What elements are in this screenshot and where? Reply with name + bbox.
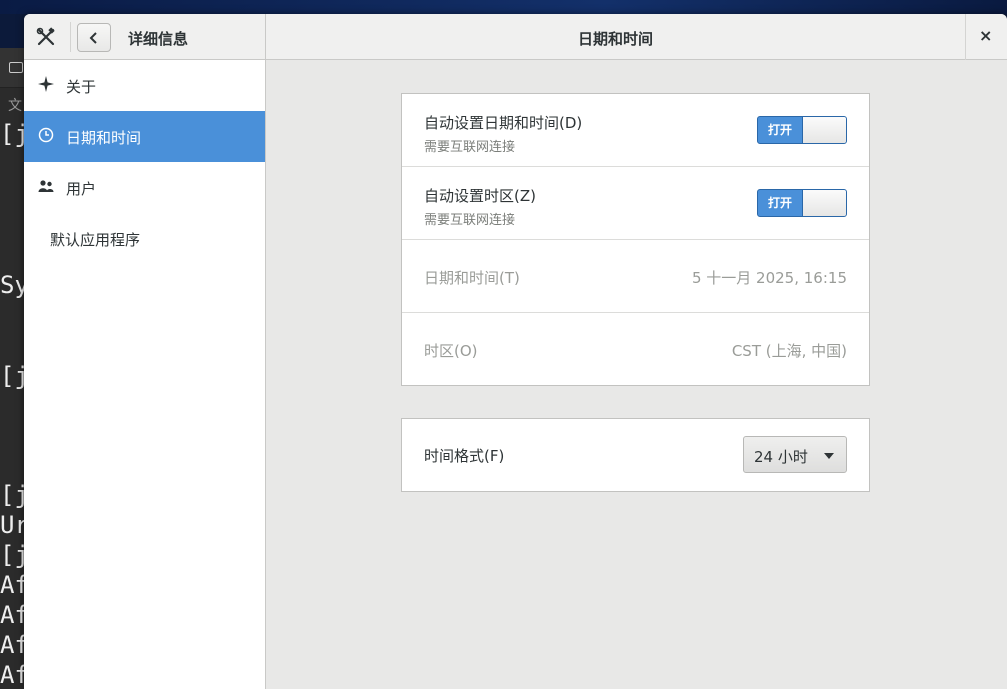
- switch-knob: [802, 117, 846, 143]
- users-icon: [38, 180, 54, 192]
- date-time-title: 日期和时间(T): [424, 269, 520, 287]
- time-format-title: 时间格式(F): [424, 447, 505, 465]
- sidebar-item-label: 默认应用程序: [50, 231, 141, 249]
- sidebar-title: 详细信息: [128, 30, 189, 48]
- headerbar-separator: [70, 22, 71, 52]
- sidebar-item-about[interactable]: 关于: [24, 60, 265, 111]
- sidebar-item-users[interactable]: 用户: [24, 162, 265, 213]
- time-format-panel: 时间格式(F) 24 小时: [401, 418, 870, 492]
- auto-datetime-subtitle: 需要互联网连接: [424, 140, 516, 155]
- page-title: 日期和时间: [577, 30, 653, 48]
- chevron-left-icon: [89, 32, 97, 44]
- switch-on-label: 打开: [767, 196, 792, 210]
- settings-window: 详细信息 日期和时间 × 关于 日期和时间 用户 默认应用程序 自动设置日期和时…: [24, 14, 1007, 689]
- time-format-dropdown[interactable]: 24 小时: [743, 436, 847, 473]
- date-time-row[interactable]: 日期和时间(T) 5 十一月 2025, 16:15: [402, 240, 869, 313]
- auto-datetime-row: 自动设置日期和时间(D) 需要互联网连接 打开: [402, 94, 869, 167]
- sidebar-item-label: 用户: [66, 180, 97, 198]
- sidebar-item-default-apps[interactable]: 默认应用程序: [24, 213, 265, 264]
- sparkle-icon: [38, 76, 54, 92]
- chevron-down-icon: [824, 453, 834, 459]
- time-format-value: 24 小时: [754, 448, 808, 466]
- switch-knob: [802, 190, 846, 216]
- close-icon: ×: [979, 26, 993, 45]
- sidebar-header: 详细信息: [24, 14, 266, 60]
- timezone-value: CST (上海, 中国): [731, 342, 847, 360]
- sidebar-item-label: 关于: [66, 78, 97, 96]
- close-button[interactable]: ×: [965, 14, 1007, 60]
- back-button[interactable]: [77, 23, 111, 52]
- auto-timezone-row: 自动设置时区(Z) 需要互联网连接 打开: [402, 167, 869, 240]
- auto-timezone-subtitle: 需要互联网连接: [424, 213, 516, 228]
- auto-timezone-switch[interactable]: 打开: [757, 189, 847, 217]
- time-format-row: 时间格式(F) 24 小时: [402, 419, 869, 491]
- sidebar: 关于 日期和时间 用户 默认应用程序: [24, 60, 266, 689]
- clock-icon: [38, 127, 54, 143]
- timezone-row[interactable]: 时区(O) CST (上海, 中国): [402, 313, 869, 386]
- terminal-menu-item[interactable]: 文: [8, 95, 22, 115]
- terminal-icon: [9, 62, 23, 73]
- switch-on-label: 打开: [767, 123, 792, 137]
- sidebar-item-label: 日期和时间: [66, 129, 142, 147]
- timezone-title: 时区(O): [424, 342, 478, 360]
- tools-icon: [36, 27, 56, 47]
- auto-datetime-title: 自动设置日期和时间(D): [424, 114, 583, 132]
- headerbar: 详细信息 日期和时间 ×: [24, 14, 1007, 60]
- auto-datetime-switch[interactable]: 打开: [757, 116, 847, 144]
- date-time-value: 5 十一月 2025, 16:15: [691, 269, 847, 287]
- sidebar-item-date-time[interactable]: 日期和时间: [24, 111, 265, 162]
- datetime-panel: 自动设置日期和时间(D) 需要互联网连接 打开 自动设置时区(Z) 需要互联网连…: [401, 93, 870, 386]
- desktop-background: [0, 0, 1007, 14]
- auto-timezone-title: 自动设置时区(Z): [424, 187, 536, 205]
